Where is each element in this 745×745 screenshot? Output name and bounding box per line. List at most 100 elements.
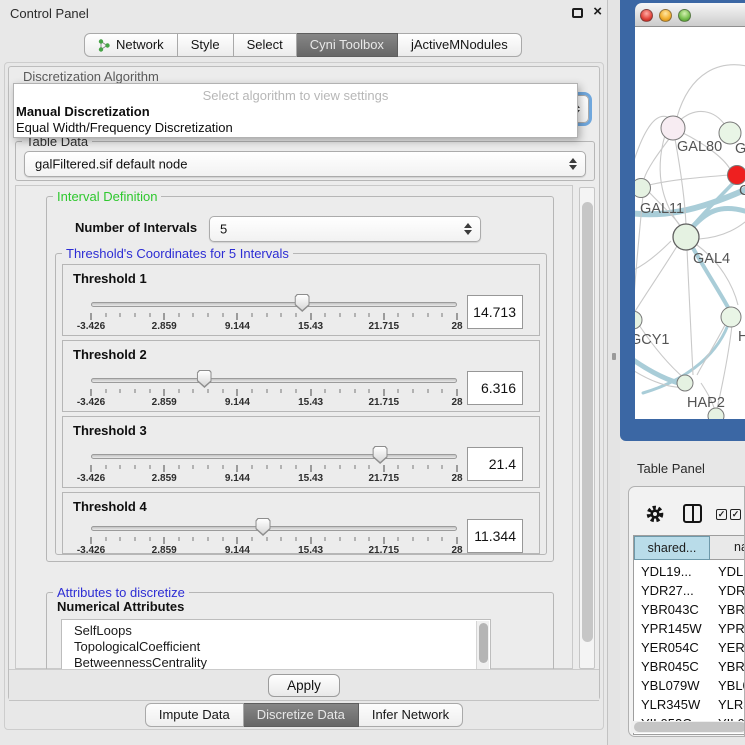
thresholds-group-title: Threshold's Coordinates for 5 Intervals — [62, 246, 293, 261]
num-intervals-value: 5 — [220, 222, 227, 237]
cyni-toolbox-panel: Discretization Algorithm Select algorith… — [8, 66, 600, 700]
tab-style[interactable]: Style — [178, 33, 234, 57]
scrollbar-thumb[interactable] — [634, 722, 745, 732]
node-label: GCY1 — [635, 332, 670, 348]
combo-arrows-icon — [464, 223, 471, 235]
thresholds-group: Threshold's Coordinates for 5 Intervals … — [55, 253, 547, 555]
scrollbar-thumb[interactable] — [582, 202, 593, 642]
zoom-traffic-light-icon[interactable] — [678, 9, 691, 22]
apply-button[interactable]: Apply — [268, 674, 340, 697]
table-row[interactable]: YER054CYER0 — [634, 638, 745, 657]
list-scrollbar[interactable] — [476, 621, 489, 669]
tab-cyni-toolbox[interactable]: Cyni Toolbox — [297, 33, 398, 57]
float-window-icon[interactable] — [572, 8, 583, 18]
threshold-2-panel: Threshold 2 -3.4262.8599.14415.4321.7152… — [62, 340, 540, 412]
threshold-4-value[interactable]: 11.344 — [467, 519, 523, 553]
threshold-2-slider[interactable]: -3.4262.8599.14415.4321.71528 — [87, 369, 461, 409]
node-gal4[interactable] — [673, 224, 699, 250]
threshold-3-label: Threshold 3 — [73, 423, 147, 438]
network-canvas[interactable]: GAL80 G C GAL11 GAL4 GCY1 H HAP2 — [635, 27, 745, 419]
settings-vertical-scrollbar[interactable] — [579, 187, 595, 669]
threshold-1-slider[interactable]: -3.4262.8599.14415.4321.71528 — [87, 293, 461, 333]
table-row[interactable]: YBR043CYBR0 — [634, 600, 745, 619]
tab-select[interactable]: Select — [234, 33, 297, 57]
checkbox-icon[interactable]: ✓ — [716, 509, 727, 520]
dropdown-option-equal-width[interactable]: Equal Width/Frequency Discretization — [16, 120, 233, 135]
table-data-combo[interactable]: galFiltered.sif default node — [24, 151, 586, 177]
split-column-icon[interactable] — [683, 504, 702, 523]
table-panel-title: Table Panel — [637, 461, 705, 476]
close-icon[interactable]: × — [593, 3, 602, 20]
table-row[interactable]: YBL079WYBL0 — [634, 676, 745, 695]
tab-jactivemnodules[interactable]: jActiveMNodules — [398, 33, 522, 57]
panel-divider[interactable] — [608, 0, 620, 745]
list-item[interactable]: TopologicalCoefficient — [62, 639, 490, 655]
tab-label: Network — [116, 34, 164, 56]
table-toolbar: ✓ ✓ — [629, 487, 744, 533]
attributes-group: Attributes to discretize Numerical Attri… — [46, 592, 554, 680]
minimize-traffic-light-icon[interactable] — [659, 9, 672, 22]
node-gal11[interactable] — [635, 179, 651, 198]
tab-impute-data[interactable]: Impute Data — [145, 703, 244, 727]
num-intervals-combo[interactable]: 5 — [209, 216, 481, 242]
checkbox-icon[interactable]: ✓ — [730, 509, 741, 520]
control-panel: Control Panel × Network Style Select Cyn… — [0, 0, 608, 745]
threshold-2-label: Threshold 2 — [73, 347, 147, 362]
control-panel-titlebar: Control Panel × — [0, 0, 607, 26]
numerical-attributes-list[interactable]: SelfLoops TopologicalCoefficient Between… — [61, 619, 491, 671]
table-row[interactable]: YLR345WYLR3 — [634, 695, 745, 714]
interval-definition-title: Interval Definition — [53, 189, 161, 204]
slider-thumb[interactable] — [197, 370, 212, 388]
node-right-mid[interactable] — [721, 307, 741, 327]
bottom-tab-bar: Impute Data Discretize Data Infer Networ… — [0, 703, 608, 727]
threshold-4-label: Threshold 4 — [73, 499, 147, 514]
tab-network[interactable]: Network — [84, 33, 178, 57]
node-label: C — [739, 183, 745, 199]
tab-infer-network[interactable]: Infer Network — [359, 703, 463, 727]
node-selected-red[interactable] — [728, 166, 745, 185]
table-data-group: Table Data galFiltered.sif default node — [15, 141, 595, 181]
column-header-shared[interactable]: shared... — [634, 536, 710, 560]
node-label: GAL11 — [640, 201, 684, 217]
attributes-group-title: Attributes to discretize — [53, 585, 189, 600]
threshold-1-panel: Threshold 1 -3.4262.8599.14415.4321.7152… — [62, 264, 540, 336]
table-horizontal-scrollbar[interactable] — [631, 721, 744, 733]
node-gal80[interactable] — [661, 116, 685, 140]
slider-thumb[interactable] — [373, 446, 388, 464]
node-label: G — [735, 141, 745, 157]
table-row[interactable]: YPR145WYPR1 — [634, 619, 745, 638]
slider-thumb[interactable] — [256, 518, 271, 536]
threshold-1-value[interactable]: 14.713 — [467, 295, 523, 329]
network-icon — [98, 38, 111, 53]
node-label: GAL80 — [677, 139, 722, 155]
network-window-titlebar[interactable] — [635, 3, 745, 27]
panel-title: Control Panel — [10, 6, 89, 21]
list-item[interactable]: SelfLoops — [62, 620, 490, 639]
threshold-2-value[interactable]: 6.316 — [467, 371, 523, 405]
dropdown-option-manual[interactable]: Manual Discretization — [16, 104, 150, 119]
column-header-name[interactable]: na — [710, 536, 745, 560]
table-panel: ✓ ✓ shared... na YDL19...YDL1 YDR27...YD… — [628, 486, 745, 737]
node-label: GAL4 — [693, 251, 730, 267]
network-view-window: GAL80 G C GAL11 GAL4 GCY1 H HAP2 — [620, 0, 745, 441]
settings-scroll-area: Interval Definition Number of Intervals … — [15, 185, 573, 669]
tab-discretize-data[interactable]: Discretize Data — [244, 703, 359, 727]
threshold-3-value[interactable]: 21.4 — [467, 447, 523, 481]
divider-grip[interactable] — [612, 353, 616, 360]
threshold-1-label: Threshold 1 — [73, 271, 147, 286]
node-hap2[interactable] — [677, 375, 693, 391]
num-intervals-label: Number of Intervals — [75, 220, 197, 235]
top-tab-bar: Network Style Select Cyni Toolbox jActiv… — [84, 33, 522, 57]
edge — [688, 239, 730, 311]
node-table: shared... na YDL19...YDL1 YDR27...YDR2 Y… — [633, 535, 745, 735]
table-row[interactable]: YBR045CYBR0 — [634, 657, 745, 676]
slider-thumb[interactable] — [295, 294, 310, 312]
table-row[interactable]: YDR27...YDR2 — [634, 581, 745, 600]
node-gcy1[interactable] — [635, 311, 642, 329]
table-row[interactable]: YDL19...YDL1 — [634, 562, 745, 581]
threshold-4-slider[interactable]: -3.4262.8599.14415.4321.71528 — [87, 517, 461, 557]
threshold-3-panel: Threshold 3 -3.4262.8599.14415.4321.7152… — [62, 416, 540, 488]
threshold-3-slider[interactable]: -3.4262.8599.14415.4321.71528 — [87, 445, 461, 485]
gear-icon[interactable] — [645, 504, 665, 524]
close-traffic-light-icon[interactable] — [640, 9, 653, 22]
